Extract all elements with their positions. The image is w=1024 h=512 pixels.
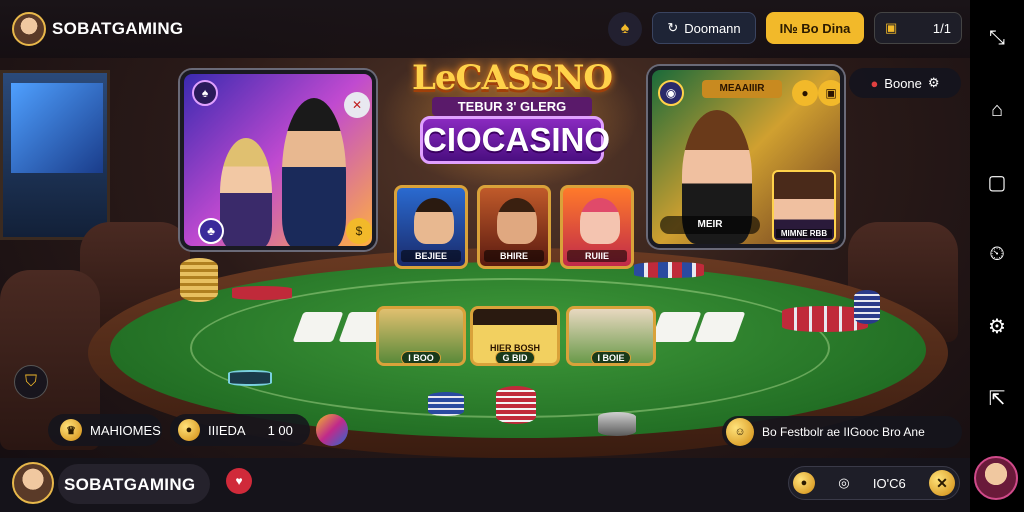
rewards-button[interactable]: ↻ Doomann <box>652 12 756 44</box>
chip-pile-red-left <box>232 286 292 300</box>
exit-icon[interactable]: ⇱ <box>983 384 1011 412</box>
mini-card-1[interactable]: BEJIEE <box>394 185 468 269</box>
expand-icon[interactable]: ⤡ <box>983 24 1011 52</box>
chip-row-mixed <box>634 262 704 278</box>
player-portrait-label: MIMNE RBB <box>776 229 832 238</box>
spade-badge-icon[interactable]: ♠ <box>192 80 218 106</box>
mini-card-3[interactable]: RUIIE <box>560 185 634 269</box>
mini-card-2[interactable]: BHIRE <box>477 185 551 269</box>
token-badge-icon[interactable]: ▣ <box>818 80 840 106</box>
room-badge[interactable]: ● Boone ⚙ <box>849 68 961 98</box>
coin-icon[interactable]: $ <box>346 218 372 244</box>
mini-card-2-face <box>497 198 537 244</box>
player-portrait[interactable]: MIMNE RBB <box>772 170 836 242</box>
chip-stack-blue <box>428 392 464 416</box>
balance-eye-icon: ◎ <box>838 475 850 490</box>
balance-pill[interactable]: ● ◎ IO'C6 ✕ <box>788 466 960 500</box>
gold-action-button[interactable]: I№ Bo Dina <box>766 12 864 44</box>
mini-card-1-label: BEJIEE <box>401 250 461 262</box>
footer-user-pill[interactable]: SOBATGAMING <box>58 464 210 504</box>
close-balance-icon[interactable]: ✕ <box>928 470 955 496</box>
table-card-2-label: G BID <box>495 351 535 363</box>
bet-coin-icon: ● <box>178 419 200 441</box>
chip-stack-gold <box>180 258 218 302</box>
right-info-pill[interactable]: ☺ Bo Festbolr ae IIGooc Bro Ane <box>722 416 962 448</box>
game-subtitle: TEBUR 3' GLERG <box>432 97 592 116</box>
table-card-1[interactable]: I BOO <box>376 306 466 366</box>
bet-value: 1 00 <box>267 422 293 438</box>
bet-label: IIIEDA <box>208 422 246 438</box>
left-promo-panel[interactable]: ♠ ✕ ♣ $ <box>180 70 376 250</box>
mini-card-2-label: BHIRE <box>484 250 544 262</box>
speed-icon[interactable]: ⏲ <box>983 240 1011 268</box>
user-avatar[interactable] <box>12 12 46 46</box>
dealer-button[interactable] <box>598 412 636 436</box>
right-promo-panel[interactable]: MEAAIIIR ◉ ● ▣ MIMNE RBB MEIR <box>648 66 844 248</box>
bottom-bar: SOBATGAMING ♥ ● ◎ IO'C6 ✕ <box>0 458 970 512</box>
game-name: CIOCASINO <box>420 116 610 164</box>
settings-icon[interactable]: ⚙ <box>983 312 1011 340</box>
opponent-avatar[interactable] <box>974 456 1018 500</box>
game-title: LeCASSNO <box>412 58 613 98</box>
mini-card-3-face <box>580 198 620 244</box>
bet-pill[interactable]: ● IIIEDA 1 00 <box>170 414 310 446</box>
gold-action-label: I№ Bo Dina <box>779 20 851 36</box>
settings-gear-icon: ⚙ <box>927 75 940 90</box>
system-sidebar: ⤡ ⌂ ▢ ⏲ ⚙ ⇱ <box>970 0 1024 512</box>
table-card-1-label: I BOO <box>401 351 441 363</box>
footer-avatar[interactable] <box>12 462 54 504</box>
rewards-icon: ↻ <box>667 20 679 35</box>
room-badge-label: Boone <box>884 75 922 91</box>
balance-value: IO'C6 <box>872 475 906 491</box>
mini-card-3-label: RUIIE <box>567 250 627 262</box>
table-card-3-label: I BOIE <box>591 351 631 363</box>
shield-icon[interactable]: ⛉ <box>14 365 48 399</box>
club-icon[interactable]: ♣ <box>198 218 224 244</box>
arcade-machine <box>0 70 110 240</box>
right-panel-header: MEAAIIIR <box>702 80 782 98</box>
footer-username: SOBATGAMING <box>64 475 196 494</box>
rewards-label: Doomann <box>684 20 741 36</box>
chip-badge-icon[interactable]: ◉ <box>658 80 684 106</box>
table-card-2[interactable]: HIER BOSH G BID <box>470 306 560 366</box>
chat-icon: ● <box>870 75 879 91</box>
player-coin-icon: ☺ <box>726 418 754 446</box>
square-icon[interactable]: ▢ <box>983 168 1011 196</box>
chip-stack-blue-right <box>854 290 880 324</box>
arcade-screen <box>11 83 103 173</box>
mini-card-1-face <box>414 198 454 244</box>
dealer-male <box>282 98 346 246</box>
chip-stack-red <box>496 386 536 424</box>
left-info-pill[interactable]: ♛ MAHIOMES <box>48 414 162 446</box>
coin-badge-icon[interactable]: ● <box>792 80 818 106</box>
trophy-icon: ♛ <box>60 419 82 441</box>
dealer-female <box>220 138 272 246</box>
spade-icon[interactable]: ♠ <box>608 12 642 46</box>
balance-coin-icon: ● <box>793 472 815 494</box>
right-panel-footer: MEIR <box>660 216 760 234</box>
right-info-label: Bo Festbolr ae IIGooc Bro Ane <box>762 425 925 439</box>
top-bar: SOBATGAMING ♠ ↻ Doomann I№ Bo Dina ▣ 1/1 <box>0 0 970 58</box>
inventory-value: 1/1 <box>932 20 951 36</box>
game-scene: LeCASSNO TEBUR 3' GLERG CIOCASINO ♠ ✕ ♣ … <box>0 0 970 512</box>
spin-wheel-icon[interactable] <box>316 414 348 446</box>
table-marker <box>228 370 272 386</box>
inventory-icon: ▣ <box>885 20 898 35</box>
brand-title: SOBATGAMING <box>52 19 184 38</box>
table-card-3[interactable]: I BOIE <box>566 306 656 366</box>
inventory-counter[interactable]: ▣ 1/1 <box>874 12 962 44</box>
left-info-label: MAHIOMES <box>90 422 161 438</box>
heart-icon[interactable]: ♥ <box>226 468 252 494</box>
close-promo-icon[interactable]: ✕ <box>344 92 370 118</box>
home-icon[interactable]: ⌂ <box>983 96 1011 124</box>
